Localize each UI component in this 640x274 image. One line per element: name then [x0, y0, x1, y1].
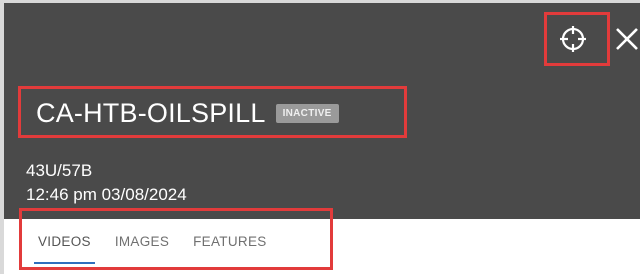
incident-identifier: 43U/57B	[26, 161, 93, 180]
incident-timestamp: 12:46 pm 03/08/2024	[26, 185, 187, 204]
locate-button[interactable]	[556, 22, 590, 56]
status-badge: INACTIVE	[275, 103, 339, 123]
incident-title: CA-HTB-OILSPILL	[36, 97, 266, 128]
tab-videos[interactable]: VIDEOS	[26, 219, 103, 264]
panel-frame: CA-HTB-OILSPILL INACTIVE 43U/57B 12:46 p…	[0, 0, 640, 274]
crosshair-icon	[560, 26, 586, 52]
title-row: CA-HTB-OILSPILL INACTIVE	[36, 95, 339, 131]
tab-images[interactable]: IMAGES	[103, 219, 181, 264]
tab-features[interactable]: FEATURES	[181, 219, 278, 264]
close-icon	[616, 28, 638, 50]
close-button[interactable]	[610, 20, 640, 58]
tab-list: VIDEOS IMAGES FEATURES	[26, 219, 279, 264]
